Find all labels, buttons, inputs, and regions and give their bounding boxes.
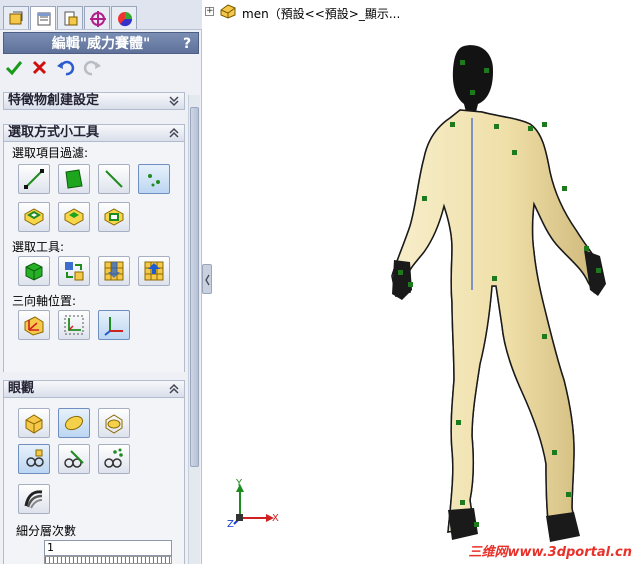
tab-property-manager[interactable] [30, 6, 56, 30]
collapse-icon [169, 127, 179, 138]
filter-ring-button[interactable] [98, 202, 130, 232]
panel-title: 編輯"威力賽體" [51, 36, 151, 52]
subdivision-level-slider[interactable] [44, 556, 172, 564]
tab-feature-manager[interactable] [3, 6, 29, 29]
manager-tabs [0, 0, 202, 30]
display-vertex-mode-button[interactable] [18, 444, 50, 474]
undo-icon [57, 60, 75, 76]
filter-vertex-button[interactable] [138, 164, 170, 194]
triad-y-label: Y [235, 478, 243, 489]
display-box-button[interactable] [18, 408, 50, 438]
subdivision-icon [24, 490, 43, 509]
display-smooth-button[interactable] [58, 408, 90, 438]
property-manager-icon [37, 12, 51, 26]
triad-position-label: 三向軸位置: [12, 294, 77, 308]
triad-z-label: Z [227, 519, 234, 530]
site-watermark: 三维网www.3dportal.cn [468, 545, 632, 560]
section-selection-tools-body: 選取項目過濾: 選取工具: 三向軸位置: [3, 142, 185, 372]
triad-local-icon [24, 316, 44, 336]
selection-tool-label: 選取工具: [12, 240, 65, 254]
ring-icon [104, 208, 124, 226]
ok-button[interactable] [4, 58, 24, 78]
triad-screen-button[interactable] [98, 310, 130, 340]
grid-down-icon [104, 261, 124, 281]
face-loop-icon [64, 208, 84, 226]
grid-up-icon [144, 261, 164, 281]
help-button[interactable]: ? [180, 33, 194, 55]
section-feature-creation-title: 特徵物創建設定 [8, 93, 100, 108]
view-triad [233, 484, 274, 525]
subdivision-level-input[interactable]: 1 [44, 540, 172, 556]
section-display-header[interactable]: 眼觀 [3, 380, 185, 398]
section-feature-creation-header[interactable]: 特徵物創建設定 [3, 92, 185, 110]
filter-edge-button[interactable] [98, 164, 130, 194]
panel-splitter-handle[interactable] [202, 264, 212, 294]
cube-icon [25, 262, 43, 281]
section-selection-tools-header[interactable]: 選取方式小工具 [3, 124, 185, 142]
app-window: 編輯"威力賽體" ? 特徵物創建設定 選取方式小工具 選取項目過濾: 選取工具:… [0, 0, 640, 564]
tab-configuration-manager[interactable] [57, 6, 83, 29]
expand-icon [169, 96, 179, 107]
panel-scrollbar[interactable] [188, 95, 200, 564]
vertex-icon [148, 174, 160, 187]
select-all-button[interactable] [18, 256, 50, 286]
configuration-icon [64, 11, 78, 26]
feature-tree-icon [9, 11, 23, 25]
shrink-selection-button[interactable] [98, 256, 130, 286]
triad-local-button[interactable] [18, 310, 50, 340]
cancel-button[interactable] [30, 58, 50, 78]
subdivision-level-label: 細分層次數 [16, 524, 77, 538]
glasses-points-icon [104, 448, 123, 468]
close-icon [32, 60, 47, 75]
tab-dimxpert-manager[interactable] [84, 6, 110, 29]
grow-selection-button[interactable] [58, 256, 90, 286]
box-icon [25, 414, 43, 434]
display-subdivision-button[interactable] [18, 484, 50, 514]
body-silhouette [391, 45, 606, 542]
redo-button[interactable] [82, 58, 102, 78]
glasses-vertex-icon [26, 449, 44, 467]
smooth-shape-icon [64, 415, 84, 431]
tab-display-manager[interactable] [111, 6, 137, 29]
filter-face-loop-button[interactable] [58, 202, 90, 232]
filter-vertex-edge-button[interactable] [18, 164, 50, 194]
display-edge-mode-button[interactable] [58, 444, 90, 474]
section-selection-tools-title: 選取方式小工具 [8, 125, 100, 140]
box-smooth-icon [105, 414, 123, 434]
triad-world-button[interactable] [58, 310, 90, 340]
glasses-edge-icon [64, 450, 84, 468]
color-wheel-icon [118, 12, 133, 27]
panel-scrollbar-thumb[interactable] [190, 107, 199, 467]
triad-x-label: X [272, 513, 279, 524]
face-icon [65, 169, 83, 189]
section-display-title: 眼觀 [8, 381, 35, 396]
check-icon [5, 61, 23, 76]
select-region-button[interactable] [138, 256, 170, 286]
display-box-smooth-button[interactable] [98, 408, 130, 438]
triad-screen-icon [104, 317, 123, 336]
graphics-area[interactable]: + men（預設<<預設>_顯示... Y X Z 三维网www.3dporta… [205, 0, 640, 564]
vertex-edge-icon [24, 169, 44, 189]
panel-title-bar: 編輯"威力賽體" ? [3, 32, 199, 54]
edge-icon [105, 170, 123, 188]
selection-filter-label: 選取項目過濾: [12, 146, 89, 160]
grid-swap-icon [65, 262, 84, 281]
collapse-icon [169, 383, 179, 394]
undo-button[interactable] [56, 58, 76, 78]
filter-loop-button[interactable] [18, 202, 50, 232]
display-points-mode-button[interactable] [98, 444, 130, 474]
loop-icon [24, 208, 44, 226]
crosshair-icon [90, 11, 106, 27]
human-mesh-model[interactable]: Y X Z [212, 0, 640, 564]
triad-world-icon [64, 315, 84, 335]
property-manager-panel: 編輯"威力賽體" ? 特徵物創建設定 選取方式小工具 選取項目過濾: 選取工具:… [0, 0, 202, 564]
redo-icon [83, 60, 101, 76]
filter-face-button[interactable] [58, 164, 90, 194]
